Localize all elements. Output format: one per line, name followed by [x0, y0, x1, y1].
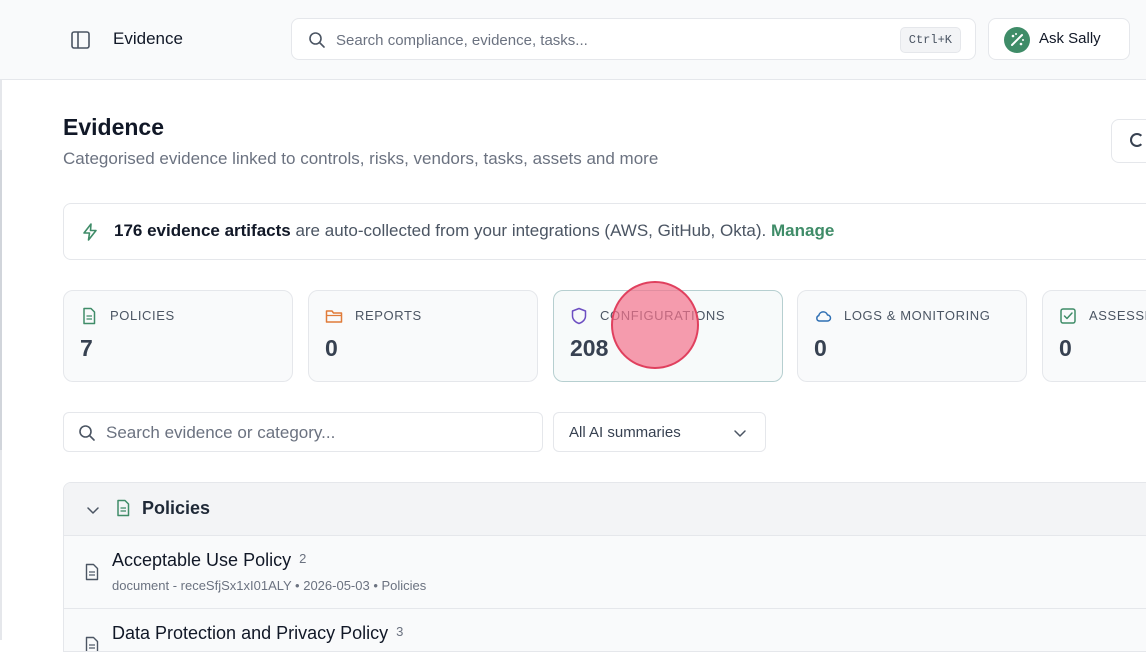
item-meta: document - receSfjSx1xI01ALY • 2026-05-0… [112, 578, 427, 593]
checkbox-icon [1060, 308, 1076, 324]
stat-label: REPORTS [355, 308, 422, 323]
chevron-down-icon [87, 507, 99, 514]
stat-value: 0 [814, 335, 827, 361]
stat-label: CONFIGURATIONS [600, 308, 726, 323]
list-item[interactable]: Acceptable Use Policy 2 document - receSf… [64, 536, 1146, 609]
refresh-icon [1130, 133, 1144, 147]
global-search[interactable]: Ctrl+K [291, 18, 976, 60]
select-value: All AI summaries [569, 424, 681, 441]
file-icon [85, 636, 99, 651]
group-header-policies[interactable]: Policies [64, 483, 1146, 536]
ask-sally-button[interactable]: Ask Sally [988, 18, 1130, 60]
page-title: Evidence [63, 114, 164, 140]
shortcut-hint: Ctrl+K [899, 27, 961, 53]
sidebar-toggle-icon[interactable] [70, 29, 92, 51]
search-icon [309, 32, 325, 48]
chevron-down-icon [734, 430, 746, 437]
item-title: Data Protection and Privacy Policy 3 [112, 623, 403, 644]
document-icon [83, 307, 96, 325]
sparkle-icon [1011, 33, 1024, 46]
search-icon [79, 425, 95, 441]
stat-card-reports[interactable]: REPORTS 0 [308, 290, 538, 382]
stat-value: 0 [1059, 335, 1072, 361]
stat-label: ASSESSMENTS [1089, 308, 1146, 323]
item-title-text: Acceptable Use Policy [112, 550, 292, 570]
sally-avatar [1004, 27, 1030, 53]
stat-card-policies[interactable]: POLICIES 7 [63, 290, 293, 382]
lightning-icon [83, 223, 97, 241]
evidence-search-input[interactable] [104, 421, 528, 445]
stat-label: LOGS & MONITORING [844, 308, 991, 323]
stat-card-logs-monitoring[interactable]: LOGS & MONITORING 0 [797, 290, 1027, 382]
stat-card-configurations[interactable]: CONFIGURATIONS 208 [553, 290, 783, 382]
folder-icon [325, 310, 343, 323]
sidebar-scrollbar[interactable] [0, 150, 2, 450]
item-count: 3 [396, 624, 404, 639]
stat-value: 7 [80, 335, 93, 361]
banner-count: 176 evidence artifacts [114, 221, 291, 240]
stat-value: 0 [325, 335, 338, 361]
page-subtitle: Categorised evidence linked to controls,… [63, 149, 659, 168]
integrations-banner: 176 evidence artifacts are auto-collecte… [63, 203, 1146, 260]
global-search-input[interactable] [334, 27, 878, 53]
app-title: Evidence [113, 29, 183, 48]
refresh-button[interactable] [1111, 119, 1146, 163]
item-count: 2 [299, 551, 307, 566]
item-title: Acceptable Use Policy 2 [112, 550, 306, 571]
group-title: Policies [142, 498, 211, 518]
manage-link[interactable]: Manage [771, 221, 834, 240]
banner-message: are auto-collected from your integration… [290, 221, 771, 240]
item-title-text: Data Protection and Privacy Policy [112, 623, 389, 643]
stat-value: 208 [570, 335, 609, 361]
document-icon [117, 499, 130, 517]
stat-card-assessments[interactable]: ASSESSMENTS 0 [1042, 290, 1146, 382]
shield-icon [571, 307, 587, 325]
banner-text: 176 evidence artifacts are auto-collecte… [114, 221, 834, 241]
file-icon [85, 563, 99, 581]
cloud-icon [816, 311, 832, 322]
list-item[interactable]: Data Protection and Privacy Policy 3 [64, 609, 1146, 651]
top-bar: Evidence Ctrl+K Ask Sally [0, 0, 1146, 80]
ask-sally-label: Ask Sally [1039, 30, 1101, 47]
stat-label: POLICIES [110, 308, 175, 323]
evidence-list: Policies Acceptable Use Policy 2 document… [63, 482, 1146, 652]
ai-summary-select[interactable]: All AI summaries [553, 412, 766, 452]
evidence-search[interactable] [63, 412, 543, 452]
